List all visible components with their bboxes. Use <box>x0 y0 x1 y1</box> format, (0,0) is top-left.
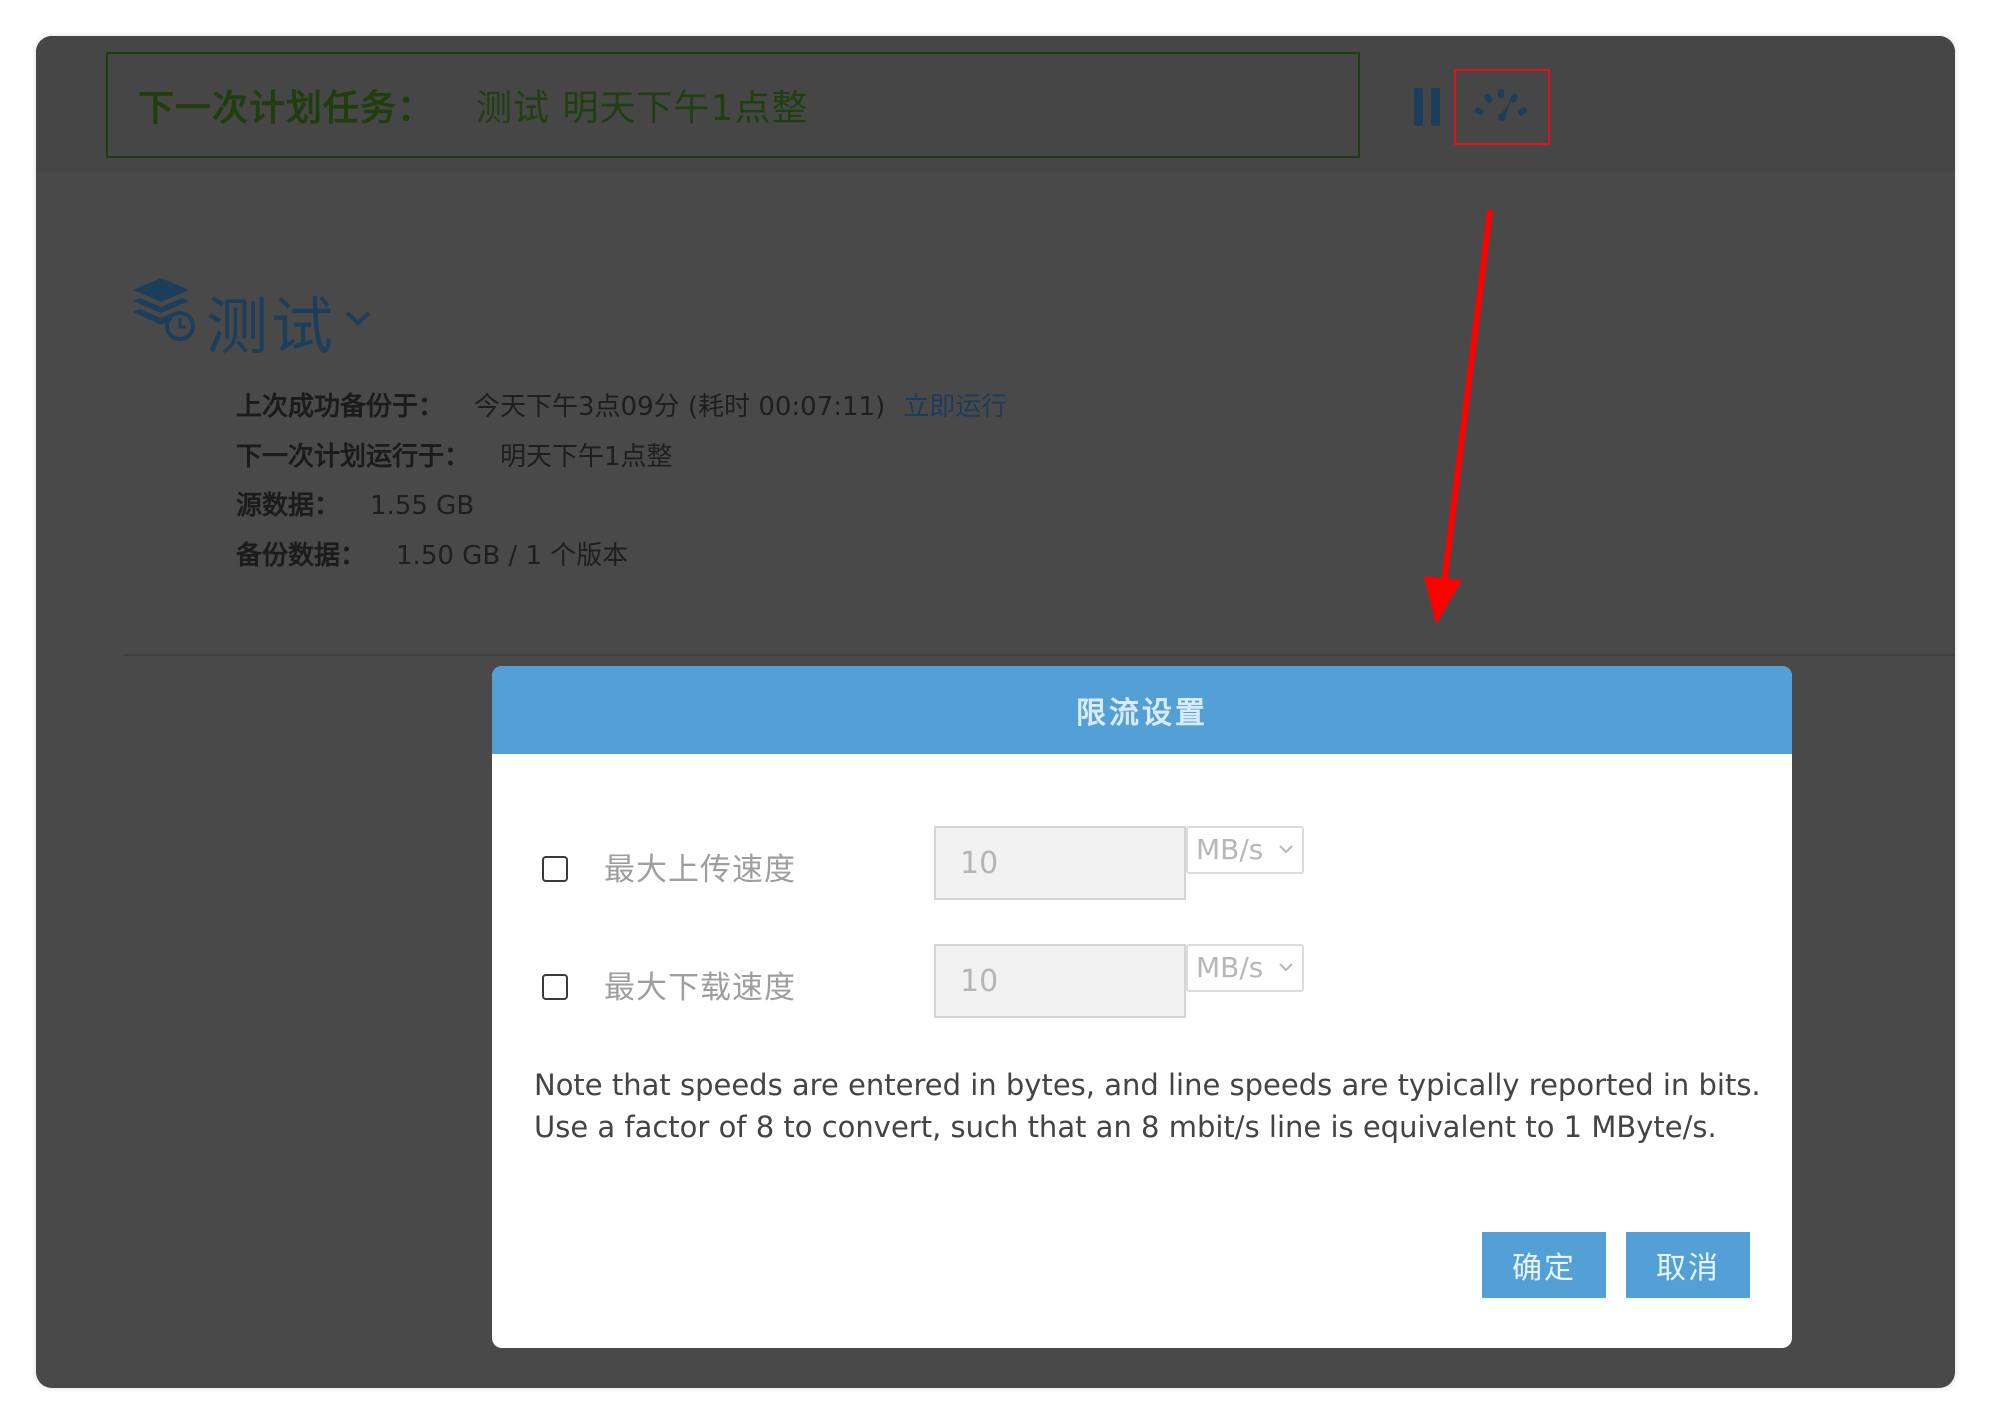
dialog-title: 限流设置 <box>1076 696 1208 731</box>
download-unit-value: MB/s <box>1196 951 1264 984</box>
speed-note-line-1: Note that speeds are entered in bytes, a… <box>534 1068 1761 1102</box>
source-value: 1.55 GB <box>370 491 475 521</box>
upload-limit-row: 最大上传速度 MB/s <box>542 826 1442 902</box>
last-success-label: 上次成功备份于： <box>236 392 445 422</box>
speed-note-line-2: Use a factor of 8 to convert, such that … <box>534 1110 1717 1144</box>
chevron-down-icon[interactable] <box>343 308 373 328</box>
next-run-row: 下一次计划运行于： 明天下午1点整 <box>236 436 673 473</box>
upload-unit-select[interactable]: MB/s <box>1186 826 1304 874</box>
download-limit-row: 最大下载速度 MB/s <box>542 944 1442 1020</box>
next-scheduled-task-banner: 下一次计划任务： 测试 明天下午1点整 <box>106 52 1360 158</box>
source-data-row: 源数据： 1.55 GB <box>236 485 474 522</box>
dialog-header: 限流设置 <box>492 666 1792 754</box>
last-success-value: 今天下午3点09分 (耗时 00:07:11) <box>474 392 886 422</box>
speedometer-icon[interactable] <box>1472 85 1532 125</box>
top-bar: 下一次计划任务： 测试 明天下午1点整 <box>36 36 1955 172</box>
run-now-link[interactable]: 立即运行 <box>903 392 1007 422</box>
last-success-row: 上次成功备份于： 今天下午3点09分 (耗时 00:07:11) 立即运行 <box>236 386 1007 423</box>
plan-title[interactable]: 测试 <box>206 276 336 366</box>
cancel-button[interactable]: 取消 <box>1626 1232 1750 1298</box>
next-task-label: 下一次计划任务： <box>138 88 435 129</box>
confirm-button[interactable]: 确定 <box>1482 1232 1606 1298</box>
app-window: 下一次计划任务： 测试 明天下午1点整 测试 上次成功备份于： 今天下午3点09… <box>36 36 1955 1388</box>
pause-icon[interactable] <box>1414 88 1442 126</box>
backup-database-icon <box>133 278 195 341</box>
annotation-arrow <box>1424 209 1493 624</box>
backup-label: 备份数据： <box>236 541 367 571</box>
upload-speed-input[interactable] <box>934 826 1186 900</box>
backup-data-row: 备份数据： 1.50 GB / 1 个版本 <box>236 535 628 572</box>
chevron-down-icon <box>1279 963 1293 972</box>
section-divider <box>124 654 1955 656</box>
throttle-settings-dialog: 限流设置 最大上传速度 MB/s 最大下载速度 MB/s <box>492 666 1792 1348</box>
chevron-down-icon <box>1279 845 1293 854</box>
upload-limit-checkbox[interactable] <box>542 856 568 882</box>
source-label: 源数据： <box>236 491 341 521</box>
download-limit-label: 最大下载速度 <box>604 970 796 1006</box>
next-task-value: 测试 明天下午1点整 <box>476 88 809 129</box>
backup-value: 1.50 GB / 1 个版本 <box>396 541 629 571</box>
download-speed-input[interactable] <box>934 944 1186 1018</box>
next-run-value: 明天下午1点整 <box>500 442 673 472</box>
download-unit-select[interactable]: MB/s <box>1186 944 1304 992</box>
next-run-label: 下一次计划运行于： <box>236 442 471 472</box>
download-limit-checkbox[interactable] <box>542 974 568 1000</box>
upload-limit-label: 最大上传速度 <box>604 852 796 888</box>
speed-note: Note that speeds are entered in bytes, a… <box>534 1064 1764 1148</box>
throttle-highlight-box <box>1454 69 1550 145</box>
upload-unit-value: MB/s <box>1196 833 1264 866</box>
